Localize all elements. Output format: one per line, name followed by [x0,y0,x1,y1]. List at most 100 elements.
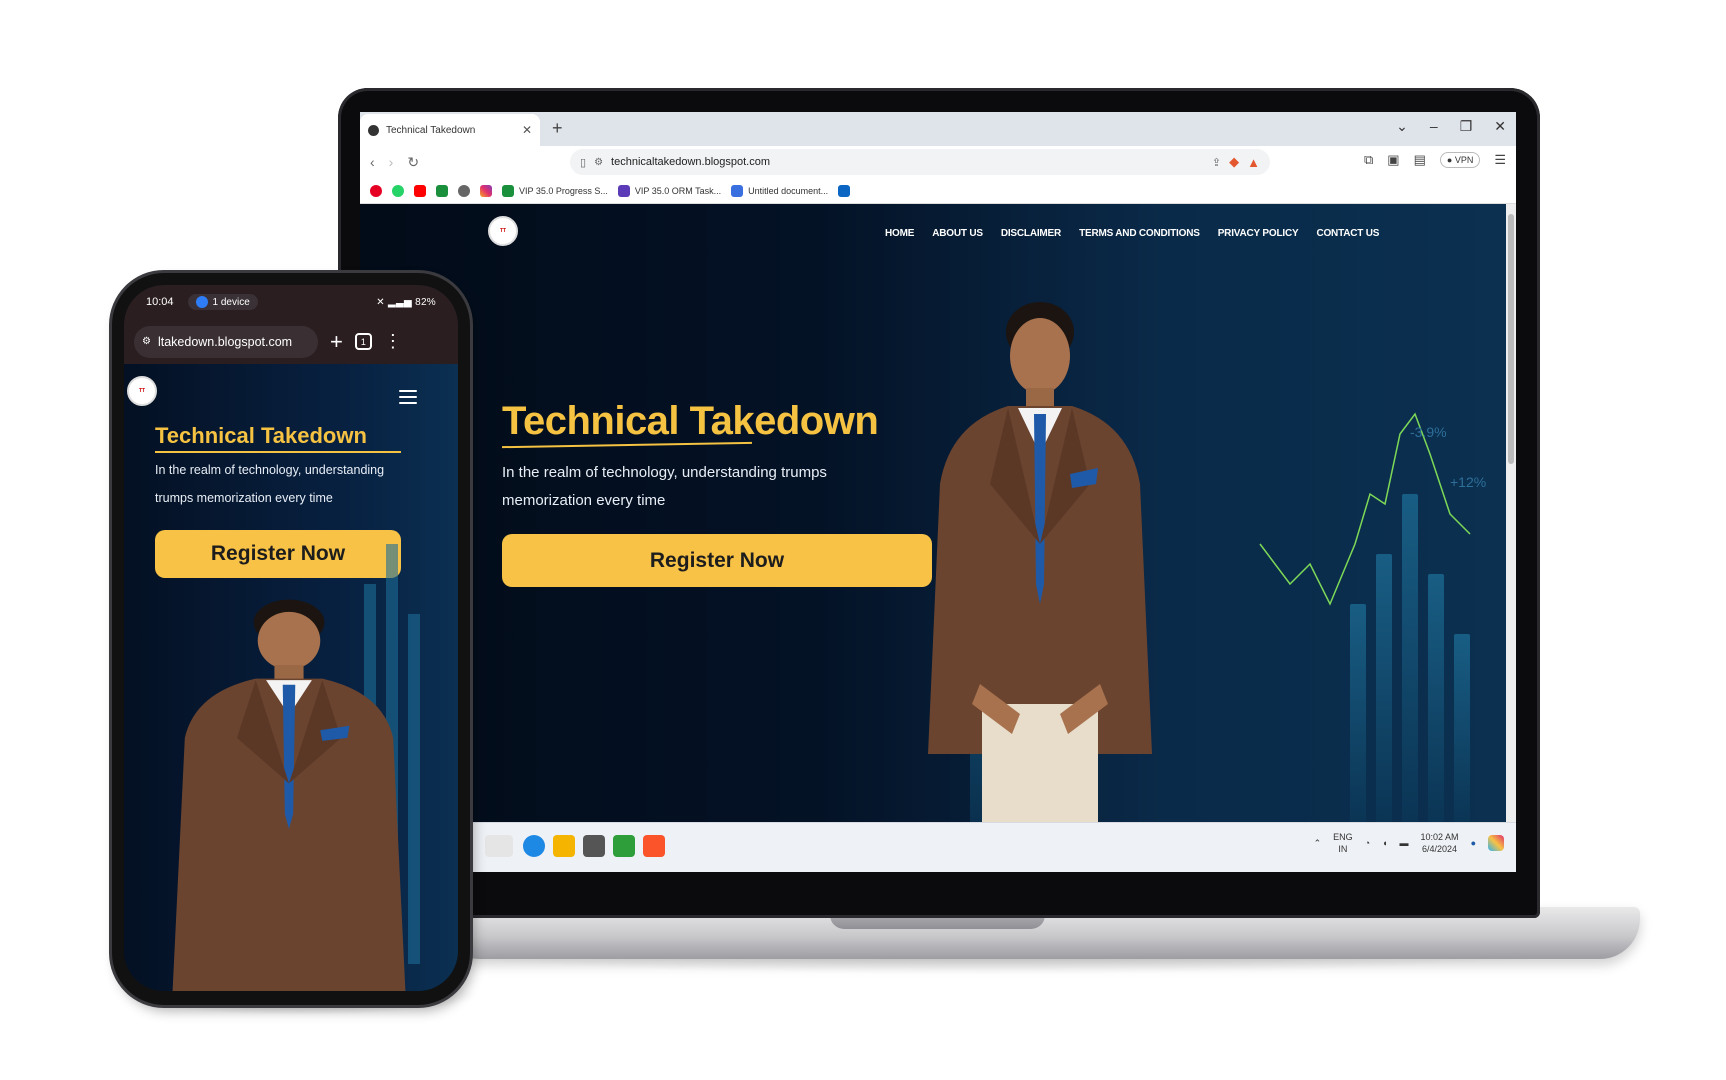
user-icon [195,296,208,308]
site-logo[interactable]: TT [488,216,518,246]
wifi-icon[interactable]: ◔ [1365,838,1370,848]
notification-bell-icon[interactable]: ● [1471,838,1476,848]
share-icon[interactable]: ⇪ [1212,156,1221,169]
device-badge-label: 1 device [212,296,250,308]
new-tab-button[interactable]: + [552,118,563,139]
chevron-up-icon[interactable]: ⌃ [1314,838,1322,849]
brave-shield-icon[interactable]: ◆ [1229,154,1239,170]
nav-home[interactable]: HOME [885,228,914,239]
bookmark-item[interactable]: VIP 35.0 Progress S... [502,184,608,197]
title-underline [155,451,401,453]
windows-taskbar: ⌃ ENG IN ◔ ◖ ▬ 10:02 AM 6/4/2024 ● [360,822,1516,872]
hamburger-menu-icon[interactable] [399,390,417,404]
site-logo[interactable]: TT [127,376,157,406]
more-menu-icon[interactable]: ⋮ [384,331,402,352]
sidebar-icon[interactable]: ▣ [1387,152,1399,168]
battery-icon[interactable]: ▬ [1400,838,1409,848]
browser-tab-bar: Technical Takedown ✕ + ⌄ – ❐ ✕ [360,112,1516,146]
bookmark-icon[interactable]: ▯ [580,156,586,169]
vpn-label: VPN [1454,155,1474,165]
back-icon[interactable]: ‹ [370,154,375,170]
clock[interactable]: 10:02 AM 6/4/2024 [1421,831,1459,855]
clock-time: 10:02 AM [1420,832,1459,842]
window-controls: ⌄ – ❐ ✕ [1396,118,1506,135]
nav-terms[interactable]: TERMS AND CONDITIONS [1079,228,1200,239]
edge-icon[interactable] [523,835,545,857]
reload-icon[interactable]: ↻ [407,154,419,171]
copilot-icon[interactable] [1488,835,1504,851]
clock-date: 6/4/2024 [1422,844,1458,854]
phone-webpage: TT Technical Takedown In the realm of te… [124,364,458,991]
instagram-icon[interactable] [480,184,492,197]
phone-address-bar[interactable]: ⚙ ltakedown.blogspot.com [134,325,318,358]
site-info-icon[interactable]: ⚙ [594,157,603,168]
phone-hero-subtitle: In the realm of technology, understandin… [155,463,385,505]
close-tab-icon[interactable]: ✕ [522,123,532,137]
url-text: technicaltakedown.blogspot.com [611,156,771,168]
chatgpt-icon[interactable] [458,184,470,197]
minimize-icon[interactable]: – [1430,118,1438,135]
whatsapp-icon[interactable] [392,184,404,197]
phone-status-bar: 10:04 1 device ✕ ▂▃▅ 82% [124,285,458,319]
laptop-webpage: -3.9% +12% TT HOME ABOUT US DISCLAIMER T… [360,204,1506,822]
region-code: IN [1338,844,1348,854]
address-bar[interactable]: ▯ ⚙ technicaltakedown.blogspot.com ⇪ ◆ ▲ [570,149,1270,175]
file-explorer-icon[interactable] [553,835,575,857]
pinterest-icon[interactable] [370,184,382,197]
language-indicator[interactable]: ENG IN [1333,831,1353,855]
status-time: 10:04 [146,296,174,308]
nav-disclaimer[interactable]: DISCLAIMER [1001,228,1061,239]
hero-person-image [928,302,1152,822]
forms-icon [617,184,630,197]
scrollbar-thumb[interactable] [1508,214,1514,464]
site-settings-icon[interactable]: ⚙ [142,336,151,347]
hero-title: Technical Takedown [502,399,879,443]
mute-icon: ✕ [376,296,385,308]
brave-browser-icon[interactable] [643,835,665,857]
bookmark-label: Untitled document... [748,185,829,196]
vpn-button[interactable]: ● VPN [1439,152,1481,168]
language-code: ENG [1333,832,1353,842]
phone-url-text: ltakedown.blogspot.com [157,334,293,349]
phone-hero-title: Technical Takedown [155,423,367,448]
bookmarks-bar: VIP 35.0 Progress S... VIP 35.0 ORM Task… [360,178,1516,204]
brave-rewards-icon[interactable]: ▲ [1247,155,1260,170]
close-window-icon[interactable]: ✕ [1494,118,1506,135]
laptop-screen: Technical Takedown ✕ + ⌄ – ❐ ✕ ‹ › ↻ ▯ ⚙… [360,112,1516,872]
bookmark-item[interactable]: Untitled document... [731,184,829,197]
browser-tab[interactable]: Technical Takedown ✕ [360,114,540,146]
bookmark-label: VIP 35.0 Progress S... [519,185,608,196]
restore-icon[interactable]: ❐ [1460,118,1473,135]
battery-level: 82% [415,296,436,308]
tab-switcher-button[interactable]: 1 [354,333,372,350]
sheets-icon[interactable] [436,184,448,197]
volume-icon[interactable]: ◖ [1382,838,1387,848]
nav-contact[interactable]: CONTACT US [1316,228,1379,239]
xbox-icon[interactable] [613,835,635,857]
signal-icon: ▂▃▅ [388,296,412,308]
sheets-icon [502,184,514,197]
docs-icon [731,184,744,197]
forward-icon[interactable]: › [389,154,394,170]
register-now-button[interactable]: Register Now [502,534,932,587]
phone-browser-toolbar: ⚙ ltakedown.blogspot.com + 1 ⋮ [124,319,458,364]
status-indicators: ✕ ▂▃▅ 82% [376,297,436,308]
nav-about-us[interactable]: ABOUT US [932,228,983,239]
main-nav: HOME ABOUT US DISCLAIMER TERMS AND CONDI… [885,228,1379,239]
extensions-icon[interactable]: ⧉ [1364,152,1373,168]
toolbar-actions: ⧉ ▣ ▤ ● VPN ☰ [1364,152,1506,168]
phone-screen: 10:04 1 device ✕ ▂▃▅ 82% ⚙ ltakedown.blo… [124,285,458,991]
bookmark-item[interactable]: VIP 35.0 ORM Task... [617,184,721,197]
nav-privacy[interactable]: PRIVACY POLICY [1218,228,1299,239]
wallet-icon[interactable]: ▤ [1414,152,1426,168]
device-mockup-scene: Technical Takedown ✕ + ⌄ – ❐ ✕ ‹ › ↻ ▯ ⚙… [0,0,1726,1080]
page-scrollbar[interactable] [1506,204,1516,822]
bicycle-icon[interactable] [485,835,513,857]
tab-list-icon[interactable]: ⌄ [1396,118,1408,135]
menu-icon[interactable]: ☰ [1494,152,1506,168]
app-icon[interactable] [583,835,605,857]
new-tab-icon[interactable]: + [330,330,343,353]
linkedin-icon[interactable] [838,184,851,197]
youtube-icon[interactable] [414,184,426,197]
hero-subtitle: In the realm of technology, understandin… [502,464,827,509]
